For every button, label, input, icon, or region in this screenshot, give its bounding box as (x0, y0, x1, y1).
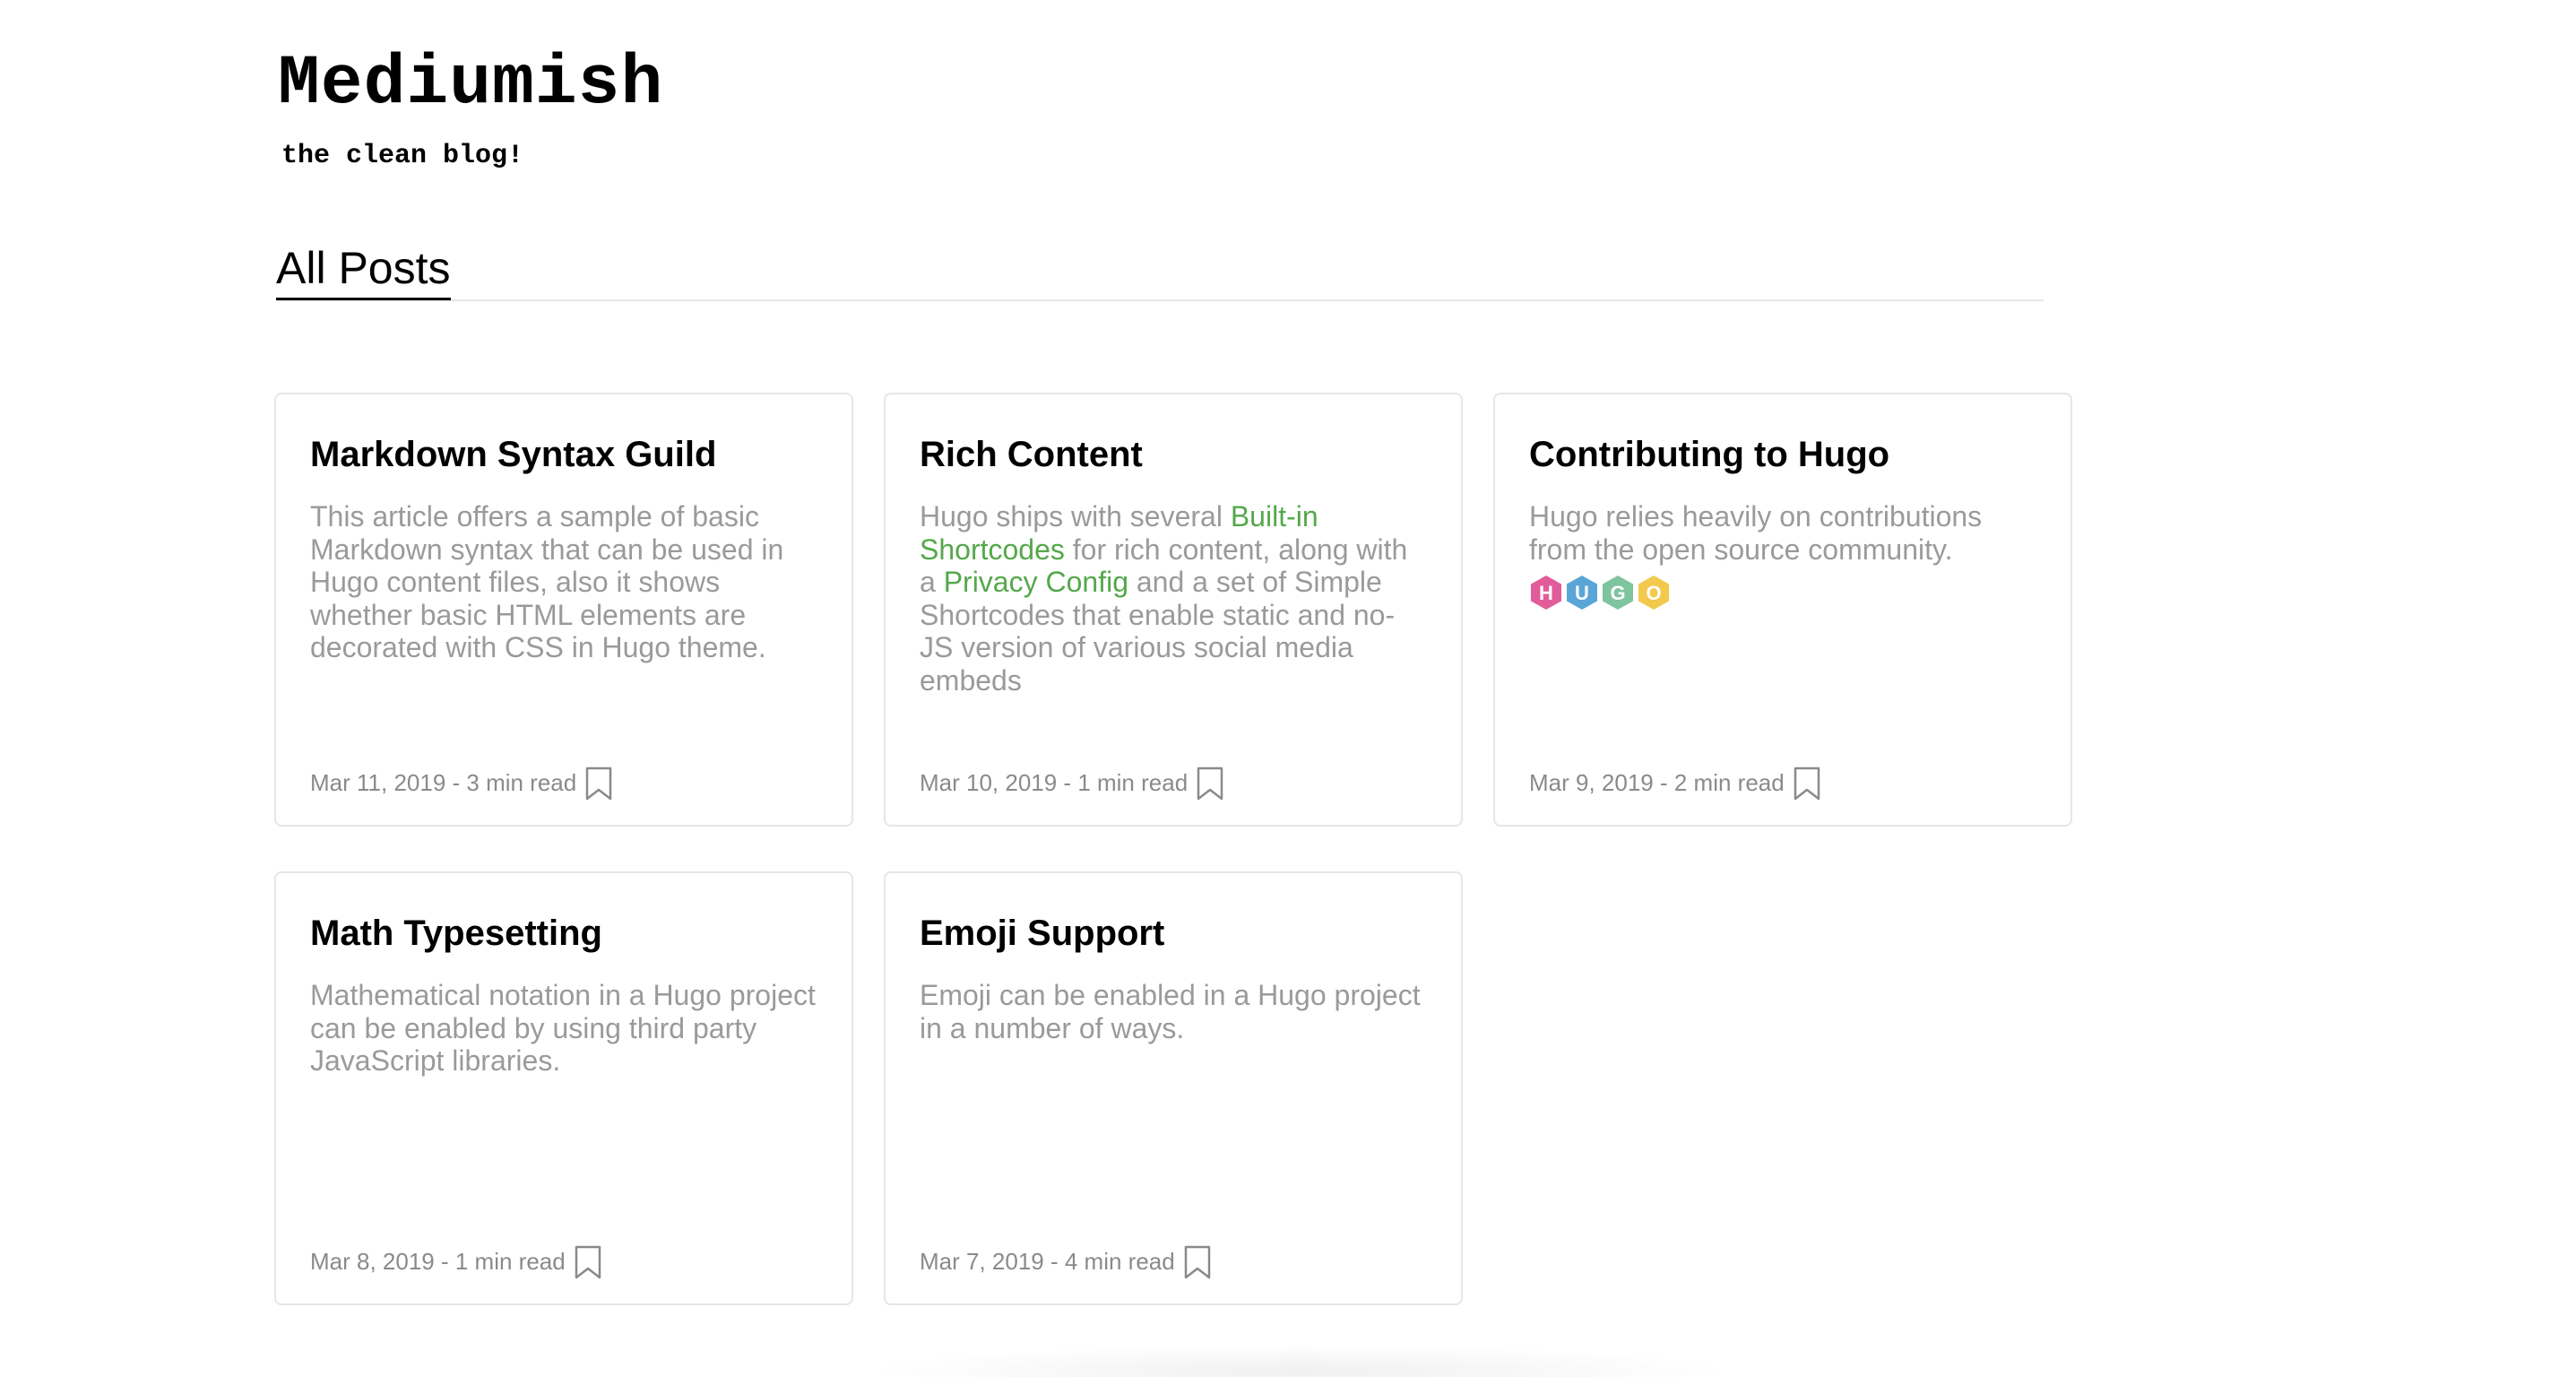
excerpt-text: Hugo ships with several (920, 500, 1231, 533)
posts-grid: Markdown Syntax Guild This article offer… (274, 393, 2078, 1305)
hugo-badge-letter: U (1575, 582, 1589, 604)
section-title: All Posts (276, 238, 451, 300)
site-tagline: the clean blog! (281, 141, 524, 171)
post-excerpt: Mathematical notation in a Hugo project … (310, 979, 816, 1077)
post-card[interactable]: Math Typesetting Mathematical notation i… (274, 871, 853, 1305)
post-title[interactable]: Emoji Support (920, 909, 1427, 957)
post-card[interactable]: Markdown Syntax Guild This article offer… (274, 393, 853, 827)
bookmark-icon[interactable] (1195, 766, 1225, 801)
post-card[interactable]: Emoji Support Emoji can be enabled in a … (884, 871, 1463, 1305)
post-meta: Mar 9, 2019 - 2 min read (1529, 766, 1822, 801)
post-title[interactable]: Rich Content (920, 430, 1427, 479)
bookmark-icon[interactable] (1182, 1244, 1213, 1280)
post-date-readtime: Mar 9, 2019 - 2 min read (1529, 769, 1785, 796)
post-card[interactable]: Contributing to Hugo Hugo relies heavily… (1493, 393, 2072, 827)
post-excerpt: Emoji can be enabled in a Hugo project i… (920, 979, 1421, 1044)
post-title[interactable]: Math Typesetting (310, 909, 817, 957)
privacy-config-link[interactable]: Privacy Config (944, 566, 1128, 598)
bookmark-icon[interactable] (573, 1244, 603, 1280)
post-card[interactable]: Rich Content Hugo ships with several Bui… (884, 393, 1463, 827)
section-header: All Posts (276, 238, 2044, 301)
post-title[interactable]: Contributing to Hugo (1529, 430, 2036, 479)
hugo-badge-u-icon: U (1565, 575, 1599, 611)
page: Mediumish the clean blog! All Posts Mark… (0, 0, 2576, 1377)
post-meta: Mar 7, 2019 - 4 min read (920, 1244, 1213, 1280)
hugo-logo-badges: H U G O (1529, 575, 2036, 611)
post-date-readtime: Mar 8, 2019 - 1 min read (310, 1248, 566, 1275)
hugo-badge-o-icon: O (1637, 575, 1671, 611)
post-title[interactable]: Markdown Syntax Guild (310, 430, 817, 479)
post-excerpt: This article offers a sample of basic Ma… (310, 500, 784, 663)
hugo-badge-letter: G (1610, 582, 1625, 604)
hugo-badge-letter: O (1646, 582, 1661, 604)
bookmark-icon[interactable] (1792, 766, 1822, 801)
post-date-readtime: Mar 10, 2019 - 1 min read (920, 769, 1189, 796)
post-date-readtime: Mar 11, 2019 - 3 min read (310, 769, 577, 796)
post-excerpt: Hugo ships with several Built-in Shortco… (920, 500, 1427, 697)
hugo-badge-h-icon: H (1529, 575, 1563, 611)
post-meta: Mar 8, 2019 - 1 min read (310, 1244, 603, 1280)
post-excerpt: Hugo relies heavily on contributions fro… (1529, 500, 1983, 566)
post-meta: Mar 11, 2019 - 3 min read (310, 766, 614, 801)
hugo-badge-g-icon: G (1601, 575, 1635, 611)
post-meta: Mar 10, 2019 - 1 min read (920, 766, 1225, 801)
site-title[interactable]: Mediumish (278, 39, 663, 129)
bottom-shadow (860, 1345, 1739, 1377)
post-date-readtime: Mar 7, 2019 - 4 min read (920, 1248, 1175, 1275)
hugo-badge-letter: H (1539, 582, 1553, 604)
bookmark-icon[interactable] (583, 766, 614, 801)
